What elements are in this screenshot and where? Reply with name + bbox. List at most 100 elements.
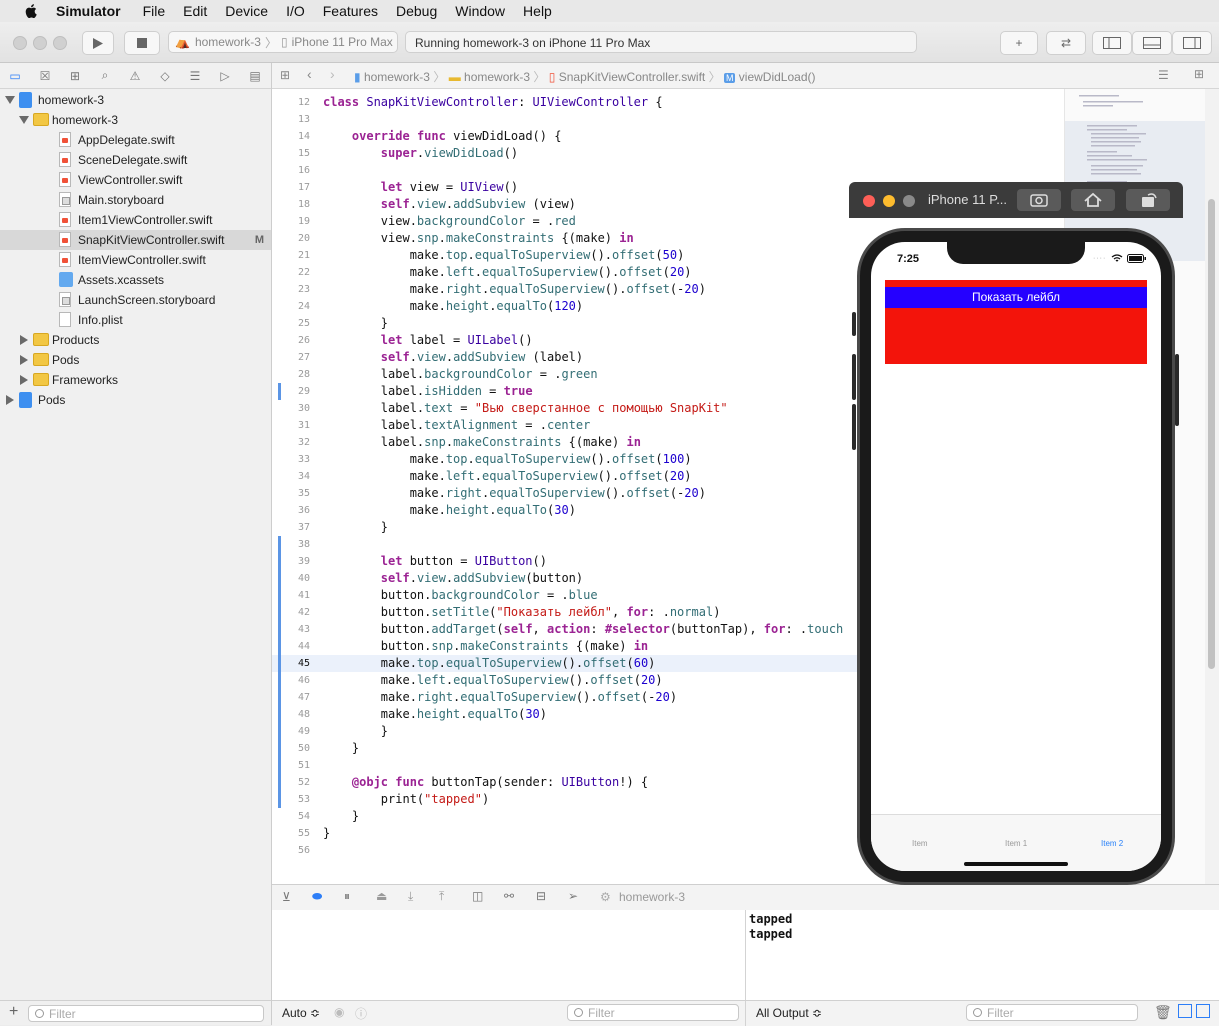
navigator-item[interactable]: ItemViewController.swift [0, 250, 271, 270]
code-line[interactable]: } [323, 808, 359, 825]
info-icon[interactable]: ⓘ [355, 1005, 367, 1022]
code-line[interactable]: make.right.equalToSuperview().offset(-20… [323, 281, 706, 298]
symbol-icon[interactable]: ⊞ [60, 69, 90, 83]
code-line[interactable]: self.view.addSubview (label) [323, 349, 583, 366]
code-line[interactable]: let label = UILabel() [323, 332, 533, 349]
toggle-debug-button[interactable] [1132, 31, 1172, 55]
code-line[interactable]: make.height.equalTo(30) [323, 706, 547, 723]
navigator-item[interactable]: Pods [0, 390, 271, 410]
code-line[interactable]: class SnapKitViewController: UIViewContr… [323, 94, 663, 111]
code-line[interactable]: self.view.addSubview (view) [323, 196, 576, 213]
run-button[interactable] [82, 31, 114, 55]
stop-button[interactable] [124, 31, 160, 55]
code-review-button[interactable]: ⇄ [1046, 31, 1086, 55]
scrollbar-thumb[interactable] [1208, 199, 1215, 669]
toggle-inspector-button[interactable] [1172, 31, 1212, 55]
iphone-screen[interactable]: 7:25 ···· Показать лейбл Item Item 1 Ite… [871, 242, 1161, 871]
code-line[interactable]: view.backgroundColor = .red [323, 213, 576, 230]
pause-icon[interactable]: ⏸ [344, 889, 350, 904]
sim-minimize-button[interactable] [883, 195, 895, 207]
apple-icon[interactable] [22, 4, 40, 18]
debug-nav-icon[interactable]: ☰ [180, 69, 210, 83]
code-line[interactable]: } [323, 740, 359, 757]
code-line[interactable]: override func viewDidLoad() { [323, 128, 562, 145]
code-line[interactable]: button.backgroundColor = .blue [323, 587, 598, 604]
navigator-item[interactable]: Info.plist [0, 310, 271, 330]
code-line[interactable]: super.viewDidLoad() [323, 145, 518, 162]
add-icon[interactable]: + [9, 1003, 18, 1021]
navigator-item[interactable]: LaunchScreen.storyboard [0, 290, 271, 310]
warning-icon[interactable]: ⚠ [120, 69, 150, 83]
split-left-icon[interactable] [1178, 1004, 1192, 1018]
window-close-button[interactable] [13, 36, 27, 50]
breadcrumb-folder[interactable]: homework-3 [464, 70, 530, 84]
code-line[interactable]: let view = UIView() [323, 179, 518, 196]
code-line[interactable]: make.top.equalToSuperview().offset(100) [323, 451, 692, 468]
code-line[interactable]: } [323, 825, 330, 842]
add-editor-icon[interactable]: ⊞ [1194, 67, 1204, 81]
memory-graph-icon[interactable]: ⚯ [504, 889, 514, 903]
folder-icon[interactable]: ▭ [0, 69, 30, 83]
menu-io[interactable]: I/O [286, 3, 305, 19]
related-items-icon[interactable]: ⊞ [280, 68, 290, 82]
report-icon[interactable]: ▤ [240, 69, 270, 83]
navigator-item[interactable]: homework-3 [0, 90, 271, 110]
code-line[interactable]: print("tapped") [323, 791, 489, 808]
code-line[interactable]: make.right.equalToSuperview().offset(-20… [323, 485, 706, 502]
code-line[interactable]: @objc func buttonTap(sender: UIButton!) … [323, 774, 648, 791]
screenshot-button[interactable] [1017, 189, 1061, 211]
step-out-icon[interactable]: ⤒ [439, 889, 444, 904]
code-line[interactable]: } [323, 519, 388, 536]
location-icon[interactable]: ➢ [568, 889, 578, 903]
trash-icon[interactable]: 🗑 [1154, 1004, 1172, 1021]
navigator-item[interactable]: Item1ViewController.swift [0, 210, 271, 230]
tab-item-1[interactable]: Item 1 [1005, 839, 1027, 848]
code-line[interactable]: view.snp.makeConstraints {(make) in [323, 230, 634, 247]
output-select[interactable]: All Output ≎ [756, 1006, 822, 1020]
code-line[interactable]: button.addTarget(self, action: #selector… [323, 621, 843, 638]
scheme-selector[interactable]: ⛺ homework-3 〉 ▯ iPhone 11 Pro Max [168, 31, 398, 53]
code-line[interactable]: make.left.equalToSuperview().offset(20) [323, 672, 663, 689]
tab-item-2[interactable]: Item 2 [1101, 839, 1123, 848]
back-icon[interactable]: ‹ [307, 66, 312, 82]
navigator-item[interactable]: Pods [0, 350, 271, 370]
console-filter-input[interactable]: Filter [966, 1004, 1138, 1021]
variables-scope-select[interactable]: Auto ≎ [282, 1006, 320, 1020]
step-into-icon[interactable]: ⤓ [408, 889, 413, 904]
navigator-item[interactable]: ViewController.swift [0, 170, 271, 190]
disclosure-open-icon[interactable] [5, 96, 15, 104]
breakpoint-icon[interactable]: ▷ [210, 69, 240, 83]
search-icon[interactable]: ⌕ [90, 68, 120, 83]
library-button[interactable]: + [1000, 31, 1038, 55]
breadcrumb-project[interactable]: homework-3 [364, 70, 430, 84]
home-button[interactable] [1071, 189, 1115, 211]
navigator-item[interactable]: Products [0, 330, 271, 350]
disclosure-closed-icon[interactable] [20, 335, 28, 345]
split-right-icon[interactable] [1196, 1004, 1210, 1018]
code-line[interactable]: label.backgroundColor = .green [323, 366, 598, 383]
variables-filter-input[interactable]: Filter [567, 1004, 739, 1021]
menu-debug[interactable]: Debug [396, 3, 437, 19]
show-label-button[interactable]: Показать лейбл [885, 287, 1147, 308]
code-line[interactable]: make.height.equalTo(120) [323, 298, 583, 315]
navigator-item[interactable]: SceneDelegate.swift [0, 150, 271, 170]
hide-debug-icon[interactable]: ⊻ [282, 890, 291, 904]
code-line[interactable]: make.right.equalToSuperview().offset(-20… [323, 689, 677, 706]
code-line[interactable]: make.top.equalToSuperview().offset(50) [323, 247, 685, 264]
navigator-item[interactable]: Main.storyboard [0, 190, 271, 210]
code-line[interactable]: make.left.equalToSuperview().offset(20) [323, 468, 692, 485]
code-line[interactable]: make.top.equalToSuperview().offset(60) [323, 655, 656, 672]
menu-features[interactable]: Features [323, 3, 378, 19]
editor-scrollbar[interactable] [1205, 89, 1219, 884]
code-line[interactable]: make.height.equalTo(30) [323, 502, 576, 519]
menu-help[interactable]: Help [523, 3, 552, 19]
eye-icon[interactable]: ◉ [334, 1005, 344, 1019]
variables-view[interactable] [272, 910, 746, 1000]
code-line[interactable]: let button = UIButton() [323, 553, 547, 570]
breadcrumb-file[interactable]: SnapKitViewController.swift [559, 70, 706, 84]
code-line[interactable]: make.left.equalToSuperview().offset(20) [323, 264, 692, 281]
rotate-button[interactable] [1126, 189, 1170, 211]
toggle-navigator-button[interactable] [1092, 31, 1132, 55]
menu-file[interactable]: File [143, 3, 166, 19]
forward-icon[interactable]: › [330, 66, 335, 82]
